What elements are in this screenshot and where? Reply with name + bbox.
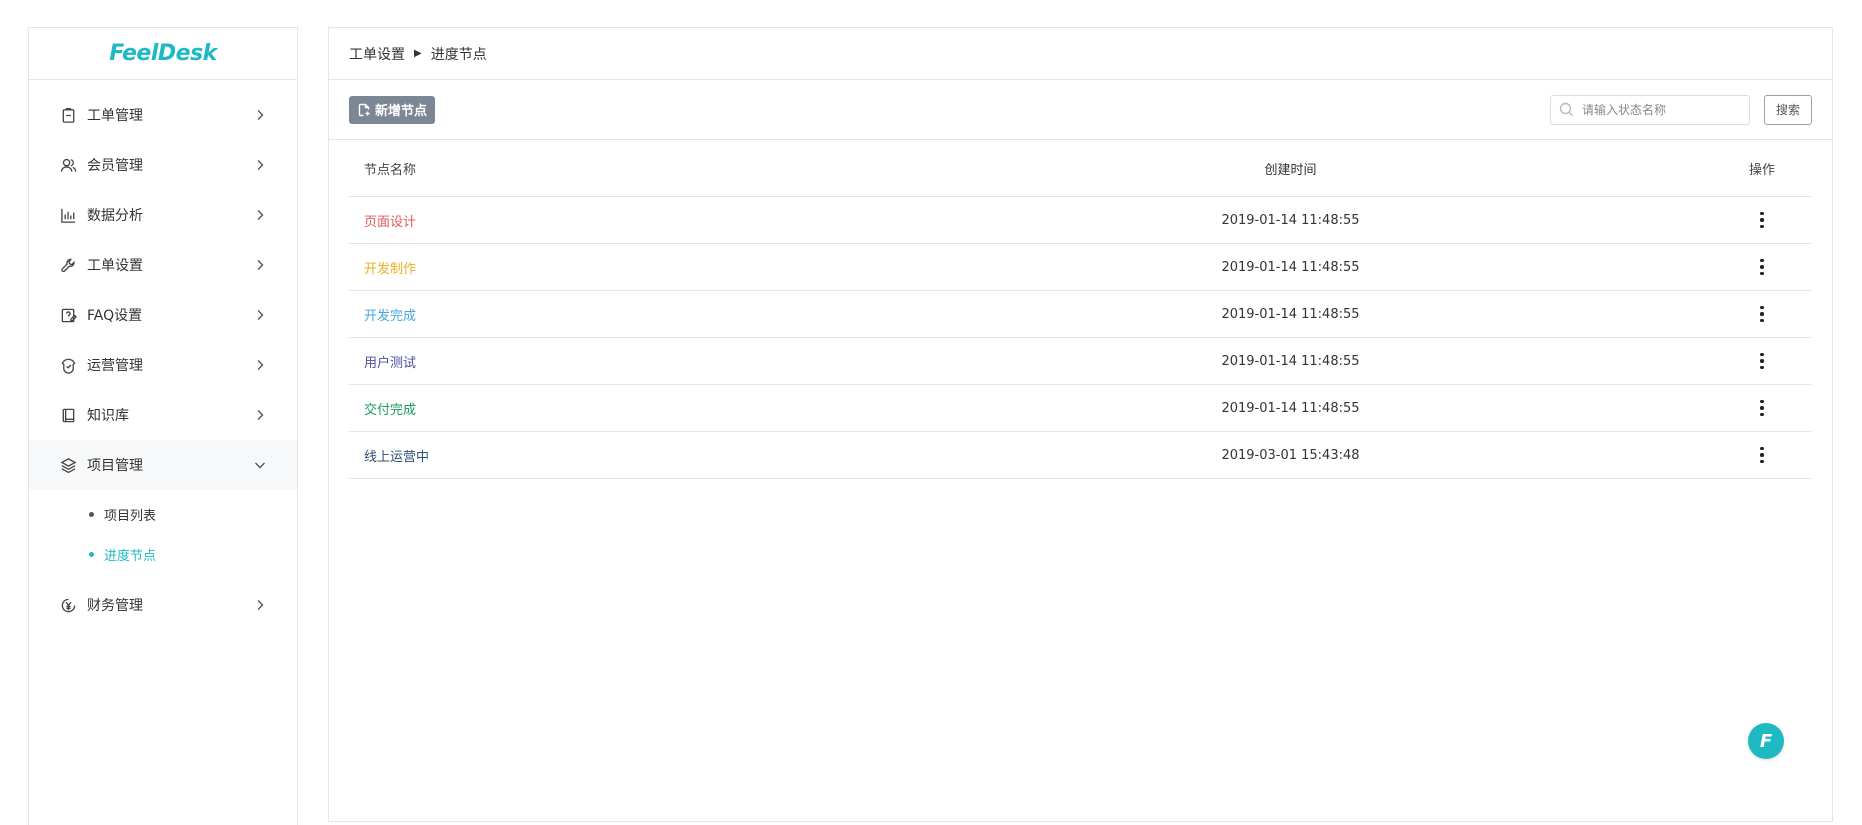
sidebar-item-label: 数据分析 [87, 208, 143, 224]
table-row: 线上运营中 2019-03-01 15:43:48 [349, 432, 1812, 479]
table-header: 节点名称 创建时间 操作 [349, 140, 1812, 197]
node-name[interactable]: 页面设计 [349, 211, 869, 230]
breadcrumb-current: 进度节点 [430, 46, 487, 63]
chevron-right-icon [253, 108, 267, 122]
search-input[interactable] [1582, 102, 1732, 117]
sidebar-item-label: FAQ设置 [87, 308, 143, 324]
breadcrumb: 工单设置 ▶ 进度节点 [329, 28, 1832, 80]
sidebar-item-knowledge-base[interactable]: 知识库 [29, 390, 297, 440]
created-time: 2019-01-14 11:48:55 [1221, 212, 1360, 228]
node-name[interactable]: 用户测试 [349, 352, 869, 371]
sidebar-item-label: 工单设置 [87, 258, 143, 274]
add-document-icon [358, 103, 370, 116]
table-row: 用户测试 2019-01-14 11:48:55 [349, 338, 1812, 385]
sidebar-item-label: 知识库 [87, 408, 129, 424]
table-row: 交付完成 2019-01-14 11:48:55 [349, 385, 1812, 432]
chevron-down-icon [253, 458, 267, 472]
node-name[interactable]: 开发制作 [349, 258, 869, 277]
search-icon [1559, 102, 1574, 117]
sidebar-menu: 工单管理 会员管理 数据分析 工单设置 FAQ设置 运营管理 知识库 项目管理 … [29, 80, 297, 630]
breadcrumb-parent[interactable]: 工单设置 [349, 44, 405, 64]
sidebar-subitem-label: 项目列表 [104, 508, 157, 524]
sidebar-item-data-analysis[interactable]: 数据分析 [29, 190, 297, 240]
yen-icon [59, 596, 77, 614]
layers-icon [59, 456, 77, 474]
more-actions-icon[interactable] [1752, 398, 1772, 418]
table-row: 开发完成 2019-01-14 11:48:55 [349, 291, 1812, 338]
sidebar-item-finance-management[interactable]: 财务管理 [29, 580, 297, 630]
sidebar-subitem-project-list[interactable]: 项目列表 [29, 494, 297, 534]
created-time: 2019-01-14 11:48:55 [1221, 353, 1360, 369]
add-node-label: 新增节点 [375, 104, 428, 119]
users-icon [59, 156, 77, 174]
operations-icon [59, 356, 77, 374]
created-time: 2019-01-14 11:48:55 [1221, 259, 1360, 275]
more-actions-icon[interactable] [1752, 445, 1772, 465]
project-submenu: 项目列表 进度节点 [29, 490, 297, 580]
bullet-icon [89, 551, 94, 557]
sidebar-item-member-management[interactable]: 会员管理 [29, 140, 297, 190]
feeldesk-logo[interactable]: FeelDesk [109, 41, 217, 66]
search-button[interactable]: 搜索 [1764, 94, 1812, 125]
sidebar-item-label: 会员管理 [87, 158, 143, 174]
wrench-icon [59, 256, 77, 274]
chevron-right-icon [253, 258, 267, 272]
more-actions-icon[interactable] [1752, 351, 1772, 371]
table-row: 页面设计 2019-01-14 11:48:55 [349, 197, 1812, 244]
created-time: 2019-01-14 11:48:55 [1221, 400, 1360, 416]
sidebar-item-operations[interactable]: 运营管理 [29, 340, 297, 390]
header-node-name: 节点名称 [364, 162, 417, 178]
sidebar-subitem-label: 进度节点 [104, 548, 157, 564]
toolbar: 新增节点 搜索 [329, 80, 1832, 140]
node-name[interactable]: 交付完成 [349, 399, 869, 418]
feeldesk-chat-button[interactable]: F [1748, 723, 1784, 759]
sidebar-item-project-management[interactable]: 项目管理 [29, 440, 297, 490]
chevron-right-icon [253, 308, 267, 322]
sidebar-subitem-progress-nodes[interactable]: 进度节点 [29, 534, 297, 574]
ticket-icon [59, 106, 77, 124]
chevron-right-icon [253, 158, 267, 172]
caret-right-icon: ▶ [414, 48, 422, 59]
node-name[interactable]: 开发完成 [349, 305, 869, 324]
logo-area: FeelDesk [29, 28, 297, 80]
main-panel: 工单设置 ▶ 进度节点 新增节点 搜索 节点名称 创建时间 操作 页面设计 20… [328, 27, 1833, 822]
table-row: 开发制作 2019-01-14 11:48:55 [349, 244, 1812, 291]
bar-chart-icon [59, 206, 77, 224]
sidebar-item-label: 工单管理 [87, 108, 143, 124]
chevron-right-icon [253, 598, 267, 612]
created-time: 2019-01-14 11:48:55 [1221, 306, 1360, 322]
node-name[interactable]: 线上运营中 [349, 446, 869, 465]
chevron-right-icon [253, 408, 267, 422]
chevron-right-icon [253, 358, 267, 372]
sidebar-item-label: 项目管理 [87, 458, 143, 474]
faq-icon [59, 306, 77, 324]
chevron-right-icon [253, 208, 267, 222]
sidebar-item-ticket-settings[interactable]: 工单设置 [29, 240, 297, 290]
add-node-button[interactable]: 新增节点 [349, 95, 436, 124]
sidebar-item-label: 财务管理 [87, 598, 143, 614]
more-actions-icon[interactable] [1752, 257, 1772, 277]
bullet-icon [89, 511, 94, 517]
table-body: 页面设计 2019-01-14 11:48:55 开发制作 2019-01-14… [349, 197, 1812, 479]
search-field [1550, 94, 1750, 125]
sidebar: FeelDesk 工单管理 会员管理 数据分析 工单设置 FAQ设置 运营管理 … [28, 27, 298, 825]
created-time: 2019-03-01 15:43:48 [1221, 447, 1360, 463]
more-actions-icon[interactable] [1752, 304, 1772, 324]
nodes-table: 节点名称 创建时间 操作 页面设计 2019-01-14 11:48:55 开发… [349, 140, 1812, 479]
sidebar-item-ticket-management[interactable]: 工单管理 [29, 90, 297, 140]
sidebar-item-faq-settings[interactable]: FAQ设置 [29, 290, 297, 340]
header-actions: 操作 [1748, 162, 1775, 178]
sidebar-item-label: 运营管理 [87, 358, 143, 374]
header-created-time: 创建时间 [1264, 162, 1317, 178]
more-actions-icon[interactable] [1752, 210, 1772, 230]
book-icon [59, 406, 77, 424]
